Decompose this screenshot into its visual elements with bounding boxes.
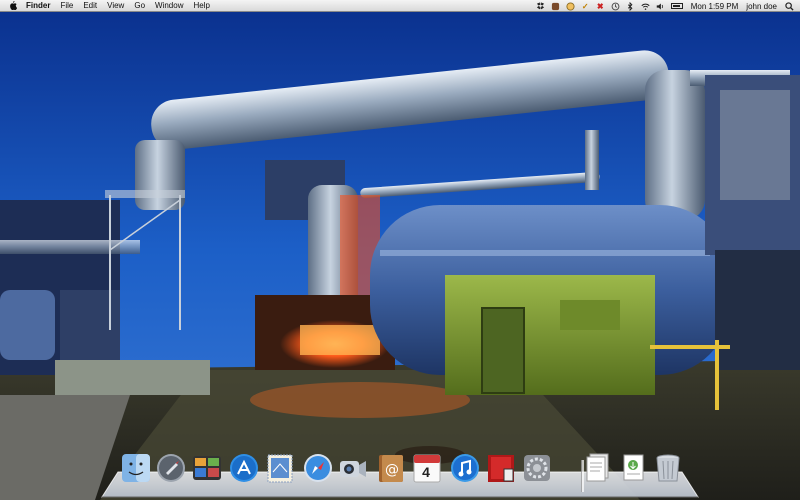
desktop-wallpaper [0, 0, 800, 500]
time-machine-icon[interactable] [611, 2, 620, 11]
camera-icon [340, 461, 366, 477]
svg-text:@: @ [385, 462, 399, 478]
x-mark-icon[interactable]: ✖ [596, 2, 605, 11]
dock-safari[interactable] [302, 452, 334, 488]
menu-help[interactable]: Help [193, 0, 209, 12]
app-store-icon [230, 454, 258, 482]
dock-system-preferences[interactable] [521, 452, 553, 488]
mail-stamp-icon [267, 454, 293, 483]
dock-launchpad[interactable] [155, 452, 187, 488]
dock-facetime[interactable] [337, 452, 369, 488]
apple-logo-icon[interactable] [9, 1, 17, 11]
dock-address-book[interactable]: @ [375, 452, 407, 488]
menu-view[interactable]: View [107, 0, 124, 12]
trash-icon [656, 454, 680, 482]
menu-file[interactable]: File [60, 0, 73, 12]
timer-icon[interactable] [566, 1, 575, 11]
dock-downloads-stack[interactable] [617, 452, 649, 488]
photo-booth-icon [488, 455, 514, 482]
address-book-icon: @ [379, 455, 403, 482]
menu-edit[interactable]: Edit [83, 0, 97, 12]
music-note-icon [451, 454, 479, 482]
dock-finder[interactable] [120, 452, 152, 488]
menu-go[interactable]: Go [134, 0, 145, 12]
mission-control-icon [193, 456, 221, 480]
rocket-icon [157, 454, 185, 482]
wifi-icon[interactable] [641, 2, 650, 11]
gear-icon [524, 455, 550, 481]
dropbox-icon[interactable] [536, 1, 545, 11]
dock-photo-booth[interactable] [485, 452, 517, 488]
status-area: ✓ ✖ Mon 1:59 PM john doe [530, 0, 794, 12]
downloads-stack-icon [623, 454, 644, 481]
finder-icon [122, 454, 150, 482]
menu-clock[interactable]: Mon 1:59 PM [691, 2, 739, 11]
menu-window[interactable]: Window [155, 0, 183, 12]
dock-mail[interactable] [264, 452, 296, 488]
menu-app-name[interactable]: Finder [26, 0, 50, 12]
magnifier-icon[interactable] [785, 1, 794, 11]
dock-documents-stack[interactable] [582, 452, 614, 488]
battery-icon[interactable] [670, 3, 683, 9]
volume-icon[interactable] [656, 2, 665, 11]
dock-mission-control[interactable] [191, 452, 223, 488]
dock-trash[interactable] [652, 452, 684, 488]
checkmark-icon[interactable]: ✓ [581, 2, 590, 11]
dock-app-store[interactable] [228, 452, 260, 488]
calendar-day: 4 [422, 464, 430, 480]
dock-ical[interactable]: 4 [411, 452, 443, 488]
dock-itunes[interactable] [449, 452, 481, 488]
compass-icon [304, 454, 332, 482]
menu-bar: Finder File Edit View Go Window Help ✓ ✖… [0, 0, 800, 12]
documents-stack-icon [586, 453, 609, 482]
menu-user[interactable]: john doe [746, 2, 777, 11]
dock: @ 4 [116, 452, 686, 496]
app-icon[interactable] [551, 2, 560, 11]
bluetooth-icon[interactable] [626, 1, 635, 11]
